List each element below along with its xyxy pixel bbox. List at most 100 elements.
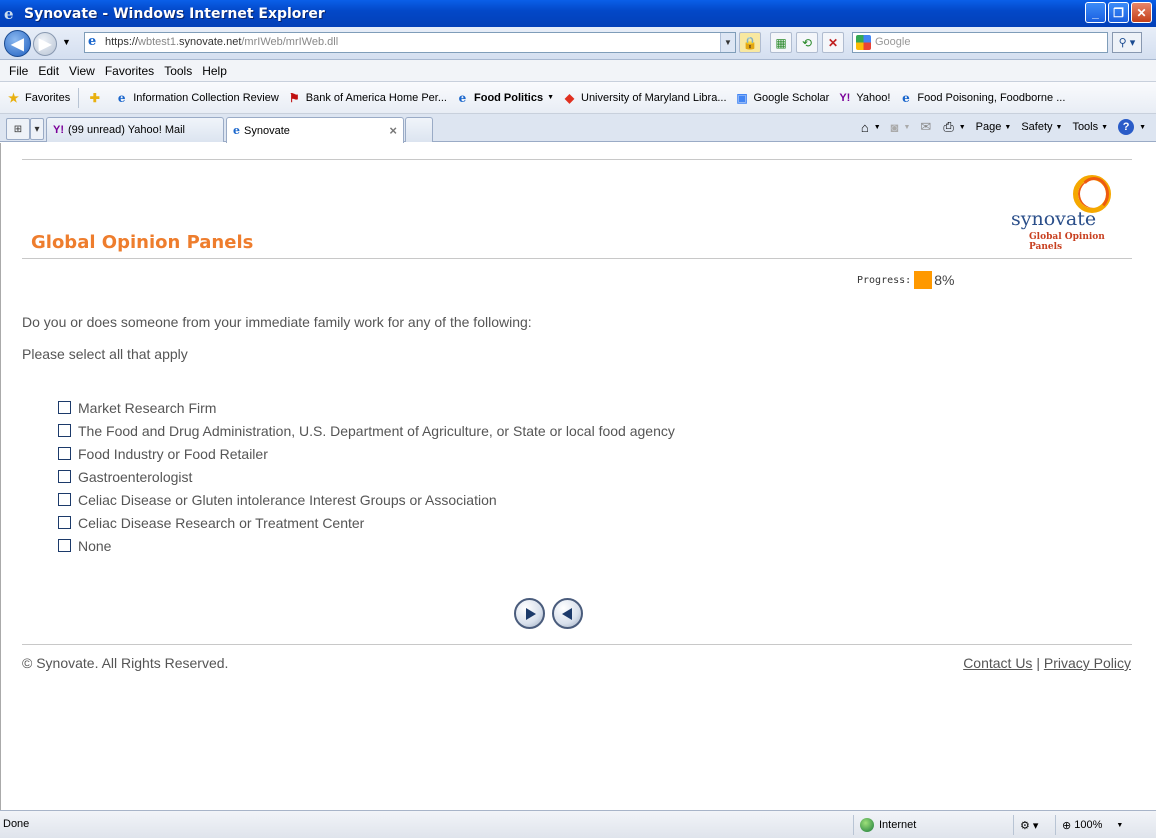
fav-label: Yahoo! (856, 91, 891, 104)
option-label: None (78, 537, 112, 554)
safety-menu[interactable]: Safety ▼ (1021, 121, 1062, 133)
survey-navigation (514, 598, 583, 629)
option-food-industry[interactable]: Food Industry or Food Retailer (58, 442, 675, 465)
checkbox[interactable] (58, 493, 71, 506)
protected-mode-button[interactable]: ⚙ ▾ (1013, 815, 1055, 835)
print-button[interactable]: ⎙ ▼ (943, 119, 965, 135)
zoom-level: 100% (1074, 819, 1103, 831)
close-window-button[interactable]: ✕ (1131, 2, 1152, 23)
home-icon: ⌂ (860, 119, 869, 135)
search-button[interactable]: ⚲ ▾ (1112, 32, 1142, 53)
option-celiac-research-center[interactable]: Celiac Disease Research or Treatment Cen… (58, 511, 675, 534)
favorites-button[interactable]: ★ Favorites (6, 90, 70, 105)
option-label: The Food and Drug Administration, U.S. D… (78, 422, 675, 439)
fav-label: Google Scholar (753, 91, 830, 104)
menu-tools[interactable]: Tools (159, 64, 197, 78)
fav-label: Information Collection Review (133, 91, 279, 104)
arrow-right-icon (525, 607, 536, 620)
progress-fill (914, 271, 933, 289)
previous-button[interactable] (552, 598, 583, 629)
tools-menu[interactable]: Tools ▼ (1072, 121, 1108, 133)
option-label: Celiac Disease Research or Treatment Cen… (78, 514, 365, 531)
options-list: Market Research Firm The Food and Drug A… (58, 396, 675, 557)
help-menu[interactable]: ? ▼ (1118, 119, 1146, 135)
home-button[interactable]: ⌂ ▼ (861, 120, 881, 135)
url-host: synovate.net (179, 36, 242, 48)
checkbox[interactable] (58, 401, 71, 414)
address-dropdown-button[interactable]: ▼ (720, 33, 735, 52)
compatibility-view-icon[interactable]: ▦ (770, 32, 792, 53)
tab-list-dropdown[interactable]: ▾ (30, 118, 44, 140)
fav-university-of-maryland[interactable]: ◆ University of Maryland Libra... (562, 90, 727, 105)
back-button[interactable]: ◀ (4, 30, 31, 57)
maximize-button[interactable]: ❐ (1108, 2, 1129, 23)
lock-icon[interactable]: 🔒 (739, 32, 761, 53)
address-input[interactable]: e https://wbtest1.synovate.net/mrIWeb/mr… (84, 32, 736, 53)
url-subdomain: wbtest1. (138, 36, 179, 48)
privacy-policy-link[interactable]: Privacy Policy (1044, 655, 1131, 671)
option-celiac-interest-groups[interactable]: Celiac Disease or Gluten intolerance Int… (58, 488, 675, 511)
page-menu[interactable]: Page ▼ (976, 121, 1012, 133)
tab-yahoo-mail[interactable]: Y! (99 unread) Yahoo! Mail (46, 117, 224, 142)
favorites-label: Favorites (25, 91, 71, 104)
menu-view[interactable]: View (64, 64, 100, 78)
close-tab-icon[interactable]: × (389, 123, 397, 138)
checkbox[interactable] (58, 516, 71, 529)
fav-yahoo[interactable]: Y! Yahoo! (837, 90, 890, 105)
url-prefix: https:// (105, 36, 139, 48)
next-button[interactable] (514, 598, 545, 629)
stop-icon[interactable]: ✕ (822, 32, 844, 53)
menu-edit[interactable]: Edit (33, 64, 64, 78)
menu-help[interactable]: Help (197, 64, 232, 78)
progress-percent: 8% (934, 272, 955, 288)
new-tab-button[interactable] (405, 117, 433, 142)
brand-title: Global Opinion Panels (31, 232, 254, 253)
checkbox[interactable] (58, 447, 71, 460)
read-mail-button[interactable]: ✉ (920, 119, 933, 135)
feeds-button[interactable]: ◙ ▼ (891, 120, 911, 135)
checkbox[interactable] (58, 539, 71, 552)
window-titlebar[interactable]: e Synovate - Windows Internet Explorer _… (0, 0, 1156, 27)
chevron-down-icon: ▼ (1116, 821, 1124, 829)
ie-logo-icon: e (4, 4, 14, 23)
refresh-icon[interactable]: ⟲ (796, 32, 818, 53)
ie-icon: e (233, 124, 240, 137)
boa-icon: ⚑ (288, 90, 300, 105)
security-zone[interactable]: Internet (853, 815, 1013, 835)
option-none[interactable]: None (58, 534, 675, 557)
zoom-button[interactable]: ⊕ 100% ▼ (1055, 815, 1145, 835)
option-market-research-firm[interactable]: Market Research Firm (58, 396, 675, 419)
add-favorite-button[interactable]: ✚ (87, 90, 106, 105)
checkbox[interactable] (58, 424, 71, 437)
fav-label: University of Maryland Libra... (581, 91, 727, 104)
search-input[interactable]: Google (852, 32, 1108, 53)
menu-file[interactable]: File (4, 64, 33, 78)
checkbox[interactable] (58, 470, 71, 483)
tab-label: Synovate (244, 124, 290, 137)
star-icon: ★ (8, 90, 19, 105)
page-menu-label: Page (975, 121, 1002, 133)
status-text: Done (3, 818, 30, 830)
page-content: Global Opinion Panels synovate Global Op… (0, 143, 1156, 810)
quick-tabs-button[interactable]: ⊞ (6, 118, 30, 140)
window-title: Synovate - Windows Internet Explorer (24, 5, 325, 22)
contact-us-link[interactable]: Contact Us (963, 655, 1032, 671)
fav-bank-of-america[interactable]: ⚑ Bank of America Home Per... (287, 90, 447, 105)
tools-menu-label: Tools (1072, 121, 1099, 133)
option-fda-usda-agency[interactable]: The Food and Drug Administration, U.S. D… (58, 419, 675, 442)
minimize-button[interactable]: _ (1085, 2, 1106, 23)
menu-favorites[interactable]: Favorites (100, 64, 159, 78)
status-bar: Done Internet ⚙ ▾ ⊕ 100% ▼ (0, 810, 1156, 838)
forward-button[interactable]: ▶ (33, 32, 57, 56)
recent-pages-dropdown[interactable]: ▼ (62, 37, 71, 47)
tab-synovate[interactable]: e Synovate × (226, 117, 404, 143)
option-gastroenterologist[interactable]: Gastroenterologist (58, 465, 675, 488)
chevron-down-icon: ▾ (34, 123, 40, 135)
option-label: Food Industry or Food Retailer (78, 445, 268, 462)
fav-information-collection-review[interactable]: e Information Collection Review (114, 90, 279, 105)
fav-food-poisoning[interactable]: e Food Poisoning, Foodborne ... (898, 90, 1065, 105)
printer-icon: ⎙ (943, 119, 954, 134)
fav-google-scholar[interactable]: ▣ Google Scholar (735, 90, 830, 105)
chevron-down-icon: ▼ (547, 94, 554, 101)
fav-food-politics[interactable]: e Food Politics ▼ (455, 90, 554, 105)
